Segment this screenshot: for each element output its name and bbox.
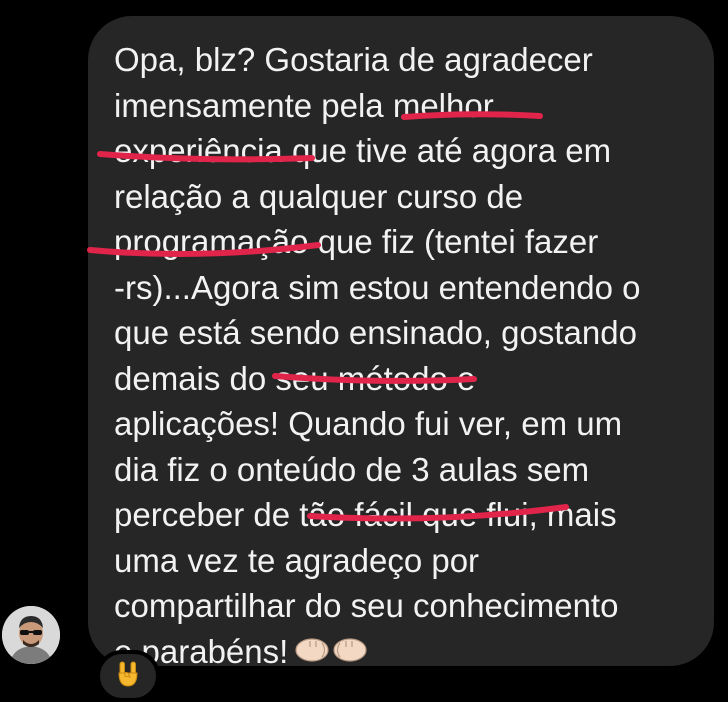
- message-line: dia fiz o onteúdo de 3 aulas sem: [114, 450, 590, 488]
- message-last-line: e parabéns!: [114, 629, 714, 675]
- message-line: perceber de tão fácil que flui, mais: [114, 496, 617, 533]
- message-line: relação a qualquer curso de: [114, 177, 524, 215]
- message-line: -rs)...Agora sim estou entendendo o: [114, 268, 641, 306]
- avatar-with-sunglasses: [2, 606, 60, 664]
- message-line: aplicações! Quando fui ver, em um: [114, 405, 623, 442]
- message-line: compartilhar do seu conhecimento: [114, 587, 619, 624]
- sender-avatar[interactable]: [2, 606, 60, 664]
- message-line: Opa, blz? Gostaria de agradecer: [114, 41, 593, 78]
- message-text: Opa, blz? Gostaria de agradecer imensame…: [114, 37, 714, 674]
- message-line: demais do seu método e: [114, 359, 476, 397]
- message-line: programação que fiz (tentei fazer: [114, 223, 599, 260]
- message-line: experiência que tive até agora em: [114, 132, 612, 169]
- message-line: imensamente pela melhor: [114, 86, 494, 124]
- fist-bump-icon: [294, 631, 368, 677]
- message-line: uma vez te agradeço por: [114, 541, 480, 579]
- chat-screen: Opa, blz? Gostaria de agradecer imensame…: [0, 0, 728, 702]
- message-line: que está sendo ensinado, gostando: [114, 314, 637, 351]
- message-bubble[interactable]: Opa, blz? Gostaria de agradecer imensame…: [88, 16, 714, 670]
- reaction-badge[interactable]: [96, 650, 160, 702]
- rock-hand-icon: [116, 660, 140, 693]
